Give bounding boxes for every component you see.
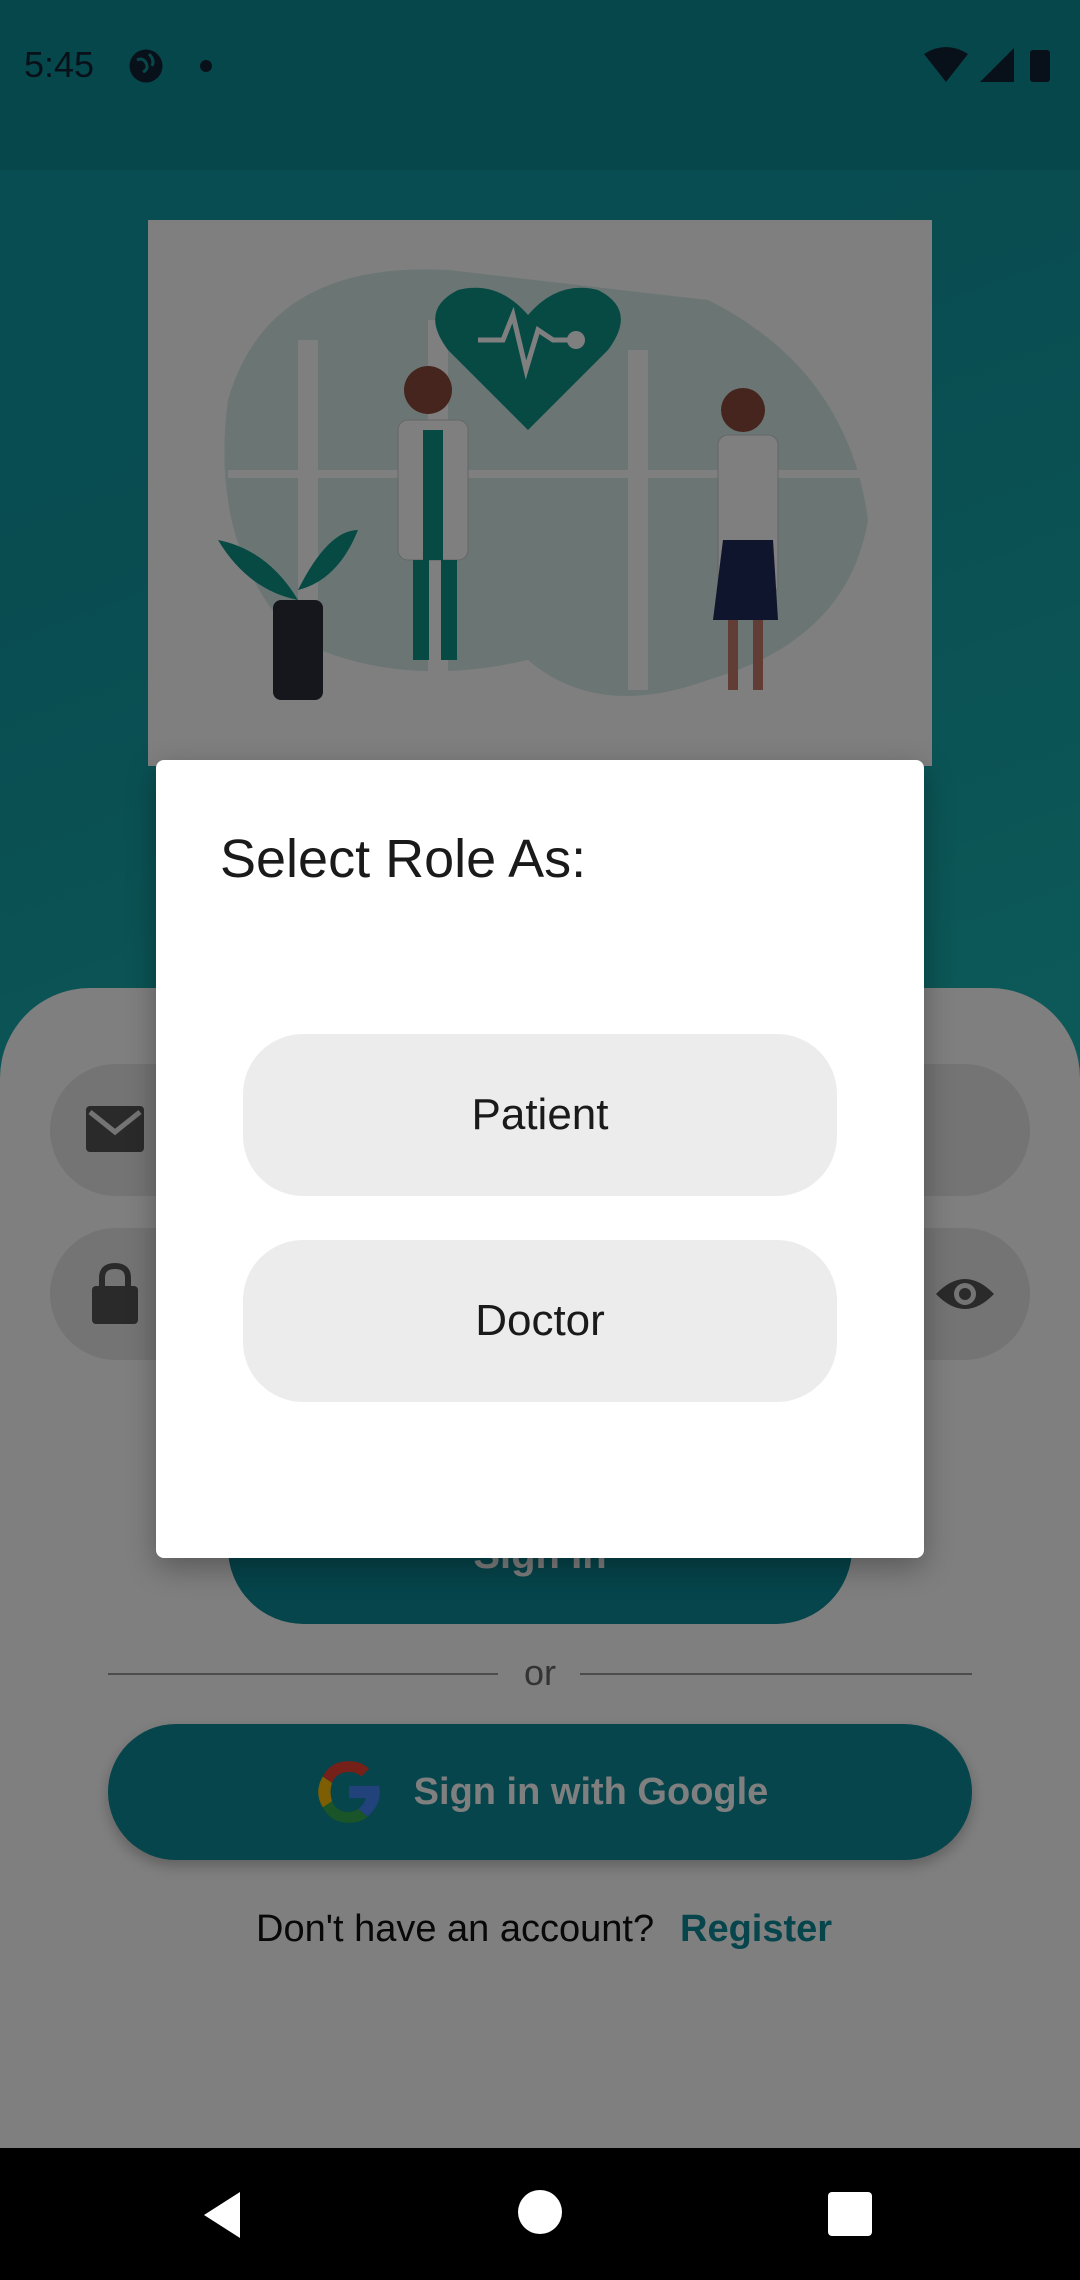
select-role-dialog: Select Role As: Patient Doctor	[156, 760, 924, 1558]
dialog-title: Select Role As:	[220, 829, 587, 889]
home-icon[interactable]	[518, 2190, 562, 2234]
patient-role-button[interactable]: Patient	[243, 1034, 837, 1196]
recent-apps-icon[interactable]	[828, 2192, 872, 2236]
back-icon[interactable]	[200, 2190, 250, 2240]
doctor-role-button[interactable]: Doctor	[243, 1240, 837, 1402]
